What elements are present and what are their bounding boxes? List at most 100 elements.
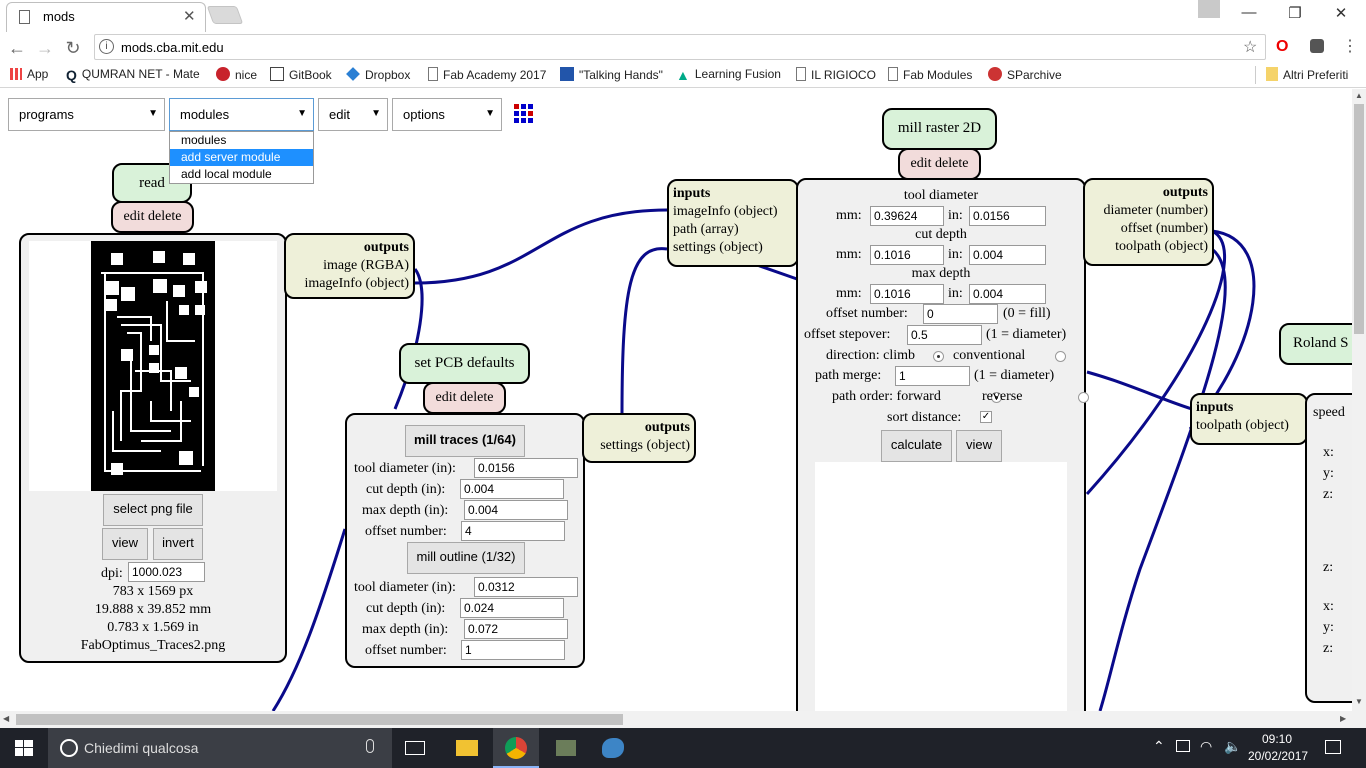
forward-icon[interactable]: → <box>34 37 56 59</box>
minimize-icon[interactable]: — <box>1226 4 1272 26</box>
opera-icon[interactable]: O <box>1276 38 1288 56</box>
horizontal-scroll-thumb[interactable] <box>16 714 623 725</box>
output-settings[interactable]: settings (object) <box>588 437 690 455</box>
select-png-file-button[interactable]: select png file <box>103 494 203 526</box>
traces-max-depth-input[interactable]: 0.004 <box>464 500 568 520</box>
dropdown-option-modules[interactable]: modules <box>170 132 313 149</box>
scroll-right-icon[interactable]: ▶ <box>1340 714 1346 723</box>
profile-icon[interactable] <box>1198 0 1220 18</box>
bookmark-qumran[interactable]: Q QUMRAN NET - Mate <box>66 67 200 83</box>
output-imageinfo[interactable]: imageInfo (object) <box>290 275 409 293</box>
task-view-icon[interactable] <box>405 741 425 755</box>
max-depth-in-input[interactable]: 0.004 <box>969 284 1046 304</box>
bookmark-fab-academy[interactable]: Fab Academy 2017 <box>428 67 546 82</box>
view-button[interactable]: view <box>102 528 148 560</box>
evernote-icon[interactable] <box>1310 39 1324 53</box>
vertical-scrollbar[interactable]: ▲ ▼ <box>1352 89 1366 711</box>
notifications-icon[interactable] <box>1325 740 1341 754</box>
app-icon[interactable] <box>556 740 576 756</box>
bookmark-other[interactable]: Altri Preferiti <box>1266 67 1348 82</box>
view-button[interactable]: view <box>956 430 1002 462</box>
pcb-outputs[interactable]: outputs settings (object) <box>582 413 696 463</box>
roland-title[interactable]: Roland S <box>1279 323 1352 365</box>
scroll-left-icon[interactable]: ◀ <box>3 714 9 723</box>
traces-offset-number-input[interactable]: 4 <box>461 521 565 541</box>
input-path[interactable]: path (array) <box>673 221 793 239</box>
chrome-taskbar-button[interactable] <box>493 728 539 768</box>
output-diameter[interactable]: diameter (number) <box>1089 202 1208 220</box>
mill-traces-button[interactable]: mill traces (1/64) <box>405 425 525 457</box>
raster-outputs[interactable]: outputs diameter (number) offset (number… <box>1083 178 1214 266</box>
max-depth-mm-input[interactable]: 0.1016 <box>870 284 944 304</box>
tool-diameter-mm-input[interactable]: 0.39624 <box>870 206 944 226</box>
read-png-edit-delete[interactable]: edit delete <box>111 201 194 233</box>
wifi-icon[interactable]: ◠ <box>1200 738 1212 755</box>
dpi-input[interactable]: 1000.023 <box>128 562 205 582</box>
cut-depth-in-input[interactable]: 0.004 <box>969 245 1046 265</box>
bookmark-sparchive[interactable]: SParchive <box>988 67 1062 82</box>
close-window-icon[interactable]: ✕ <box>1318 4 1364 26</box>
read-png-outputs[interactable]: outputs image (RGBA) imageInfo (object) <box>284 233 415 299</box>
mill-outline-button[interactable]: mill outline (1/32) <box>407 542 525 574</box>
bookmark-talking-hands[interactable]: "Talking Hands" <box>560 67 663 82</box>
mill-raster-title[interactable]: mill raster 2D <box>882 108 997 150</box>
offset-number-input[interactable]: 0 <box>923 304 998 324</box>
new-tab-button[interactable] <box>206 6 244 24</box>
info-icon[interactable]: i <box>99 39 114 54</box>
scroll-down-icon[interactable]: ▼ <box>1355 697 1363 706</box>
horizontal-scrollbar[interactable]: ◀ ▶ <box>0 711 1366 728</box>
bookmark-il-rigioco[interactable]: IL RIGIOCO <box>796 67 876 82</box>
input-settings[interactable]: settings (object) <box>673 239 793 257</box>
climb-radio[interactable] <box>933 351 944 362</box>
network-icon[interactable] <box>1176 740 1190 752</box>
browser-tab[interactable]: mods ✕ <box>6 2 206 32</box>
clock-date[interactable]: 20/02/2017 <box>1248 749 1308 763</box>
volume-icon[interactable]: 🔈 <box>1224 738 1241 755</box>
bookmark-gitbook[interactable]: GitBook <box>270 67 332 82</box>
scroll-up-icon[interactable]: ▲ <box>1355 91 1363 100</box>
path-merge-input[interactable]: 1 <box>895 366 970 386</box>
edit-select[interactable]: edit ▼ <box>318 98 388 131</box>
outline-cut-depth-input[interactable]: 0.024 <box>460 598 564 618</box>
outline-offset-number-input[interactable]: 1 <box>461 640 565 660</box>
bookmark-nice[interactable]: nice <box>216 67 257 82</box>
reverse-radio[interactable] <box>1077 392 1089 403</box>
reload-icon[interactable]: ↻ <box>62 37 84 59</box>
clock-time[interactable]: 09:10 <box>1262 732 1292 746</box>
restore-icon[interactable]: ❐ <box>1272 4 1318 26</box>
conventional-radio[interactable] <box>1054 351 1066 362</box>
pcb-defaults-title[interactable]: set PCB defaults <box>399 343 530 384</box>
traces-tool-diameter-input[interactable]: 0.0156 <box>474 458 578 478</box>
bookmark-apps[interactable]: App <box>10 67 48 81</box>
offset-stepover-input[interactable]: 0.5 <box>907 325 982 345</box>
bookmark-dropbox[interactable]: Dropbox <box>346 67 410 82</box>
raster-edit-delete[interactable]: edit delete <box>898 148 981 180</box>
windows-start-icon[interactable] <box>15 740 33 756</box>
pcb-edit-delete[interactable]: edit delete <box>423 382 506 414</box>
cut-depth-mm-input[interactable]: 0.1016 <box>870 245 944 265</box>
sort-distance-checkbox[interactable]: ✓ <box>980 411 992 423</box>
programs-select[interactable]: programs ▼ <box>8 98 165 131</box>
paint-icon[interactable] <box>602 738 624 758</box>
raster-inputs[interactable]: inputs imageInfo (object) path (array) s… <box>667 179 799 267</box>
invert-button[interactable]: invert <box>153 528 203 560</box>
output-image[interactable]: image (RGBA) <box>290 257 409 275</box>
options-select[interactable]: options ▼ <box>392 98 502 131</box>
modules-select[interactable]: modules ▼ <box>169 98 314 131</box>
address-bar[interactable]: i mods.cba.mit.edu ☆ <box>94 34 1266 60</box>
tray-chevron-icon[interactable]: ⌃ <box>1153 738 1165 755</box>
cortana-search[interactable]: Chiedimi qualcosa <box>48 728 392 768</box>
microphone-icon[interactable] <box>366 739 374 753</box>
input-imageinfo[interactable]: imageInfo (object) <box>673 203 793 221</box>
roland-inputs[interactable]: inputs toolpath (object) <box>1190 393 1308 445</box>
output-offset[interactable]: offset (number) <box>1089 220 1208 238</box>
bookmark-learning-fusion[interactable]: ▲ Learning Fusion <box>676 67 781 83</box>
calculate-button[interactable]: calculate <box>881 430 952 462</box>
output-toolpath[interactable]: toolpath (object) <box>1089 238 1208 256</box>
vertical-scroll-thumb[interactable] <box>1354 104 1364 334</box>
input-toolpath[interactable]: toolpath (object) <box>1196 417 1302 435</box>
back-icon[interactable]: ← <box>6 37 28 59</box>
outline-max-depth-input[interactable]: 0.072 <box>464 619 568 639</box>
dropdown-option-add-local-module[interactable]: add local module <box>170 166 313 183</box>
dropdown-option-add-server-module[interactable]: add server module <box>170 149 313 166</box>
